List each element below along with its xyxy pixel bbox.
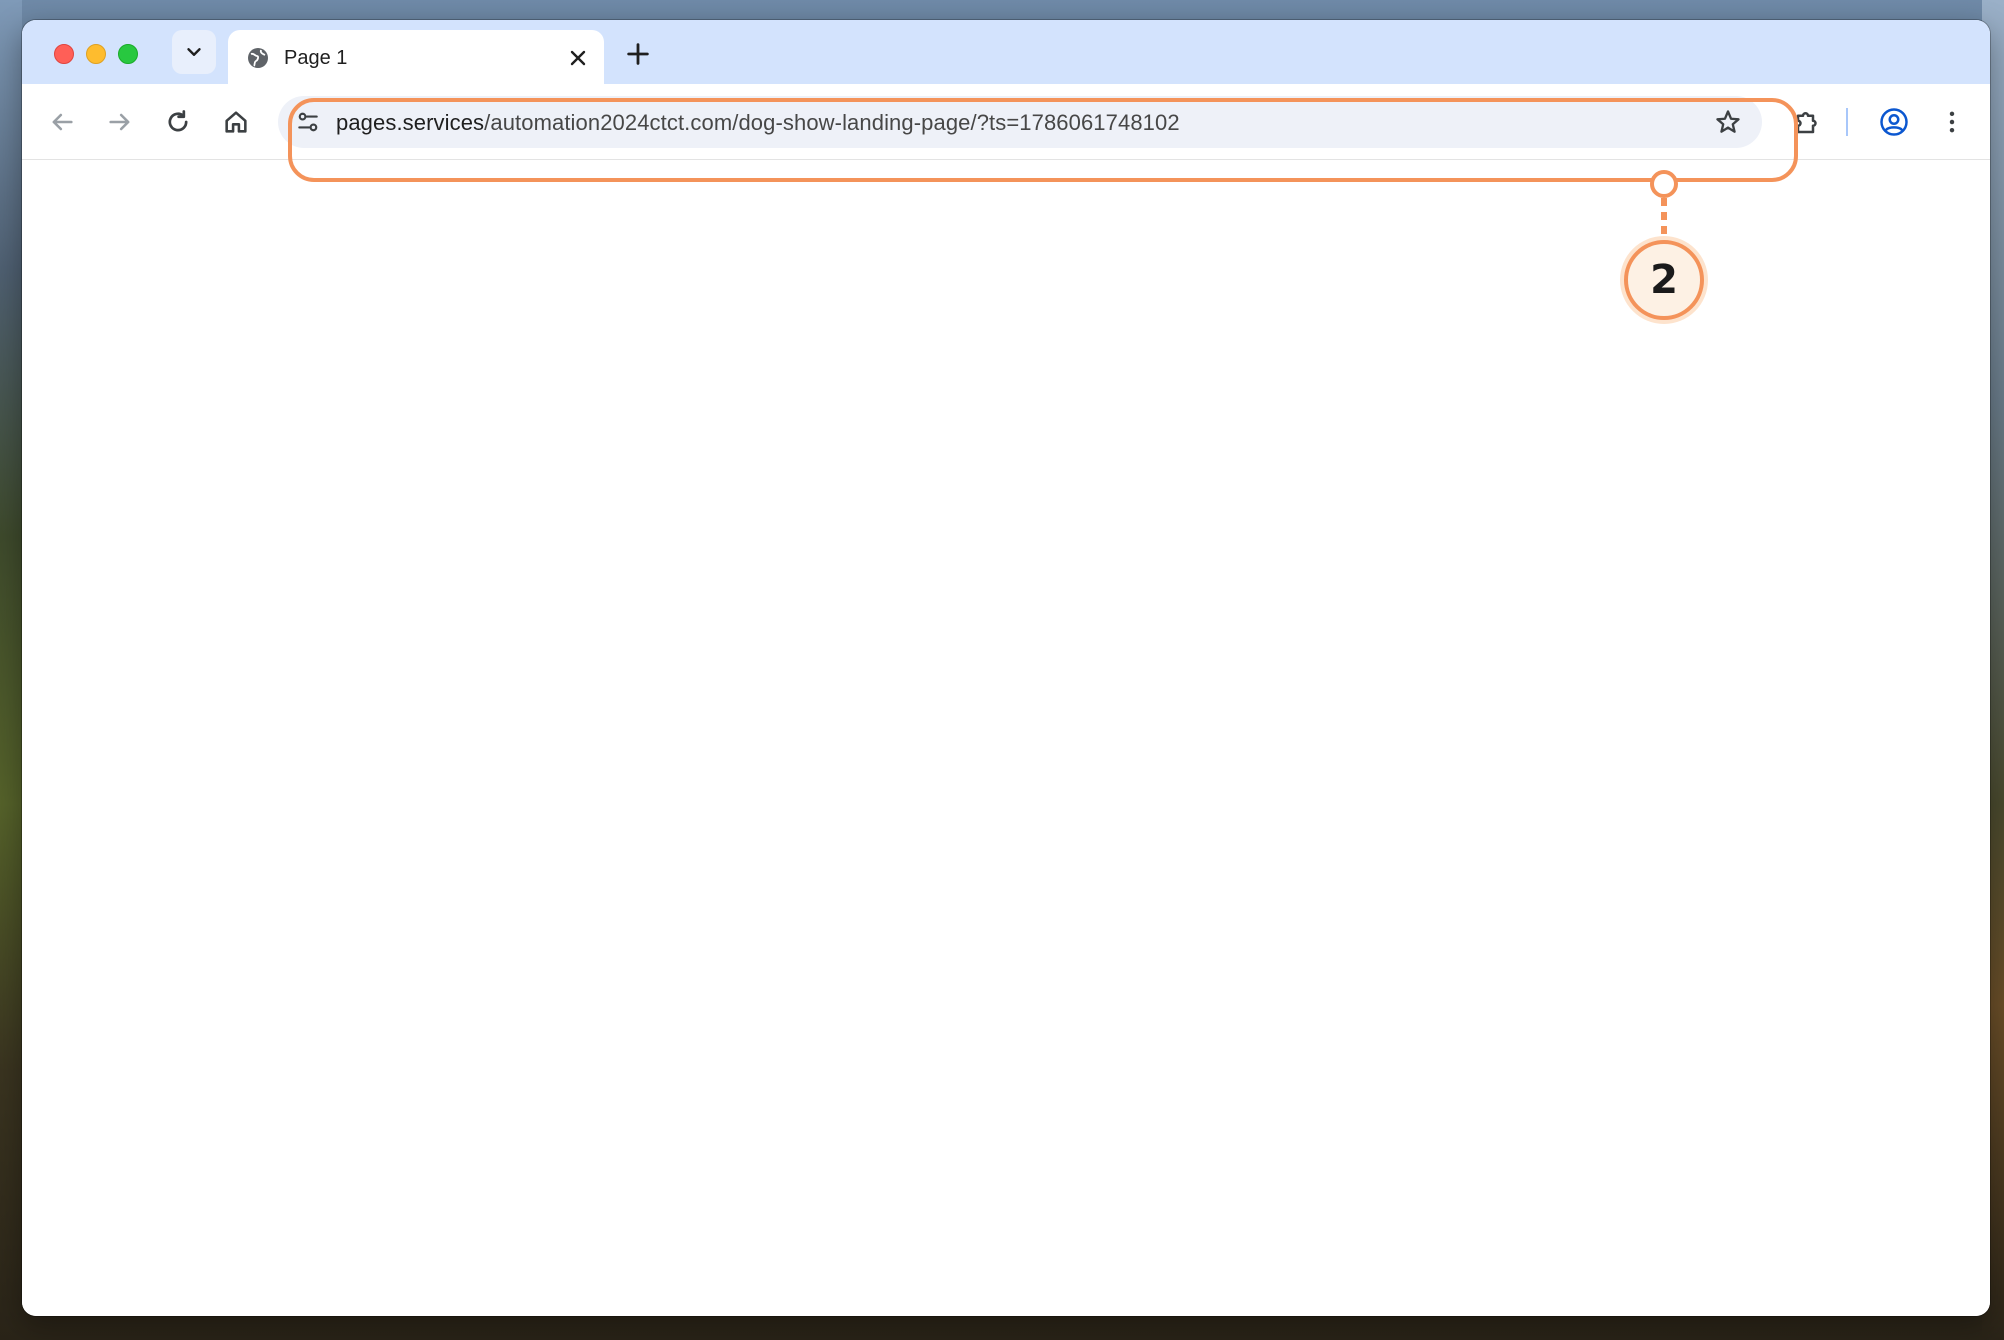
close-icon[interactable] (566, 46, 590, 70)
close-window-button[interactable] (54, 44, 74, 64)
page-content (22, 161, 1990, 1316)
profile-icon (1880, 108, 1908, 136)
tab-search-button[interactable] (172, 30, 216, 74)
reload-icon (168, 110, 188, 132)
tab-page-1[interactable]: Page 1 (228, 30, 604, 86)
arrow-right-icon (109, 113, 130, 131)
annotation-connector-dot (1650, 170, 1678, 198)
tab-title: Page 1 (284, 47, 348, 69)
annotation-connector-line (1661, 198, 1667, 242)
browser-window: Page 1 pages.services/automation2024ctct… (22, 20, 1990, 1316)
forward-button[interactable] (104, 106, 136, 138)
profile-button[interactable] (1878, 106, 1910, 138)
globe-icon (248, 48, 268, 68)
kebab-icon (1949, 111, 1955, 133)
home-button[interactable] (220, 106, 252, 138)
reload-button[interactable] (162, 106, 194, 138)
annotation-highlight-address-bar (288, 98, 1798, 182)
arrow-left-icon (52, 113, 73, 131)
minimize-window-button[interactable] (86, 44, 106, 64)
home-icon (225, 111, 247, 133)
plus-icon[interactable] (624, 40, 652, 68)
zoom-window-button[interactable] (118, 44, 138, 64)
chevron-down-icon (187, 48, 201, 56)
desktop-wallpaper-left (0, 0, 22, 1340)
toolbar-divider (1846, 108, 1848, 136)
annotation-callout: 2 (1624, 240, 1704, 320)
back-button[interactable] (46, 106, 78, 138)
tab-strip: Page 1 (22, 20, 1990, 86)
menu-button[interactable] (1936, 106, 1968, 138)
